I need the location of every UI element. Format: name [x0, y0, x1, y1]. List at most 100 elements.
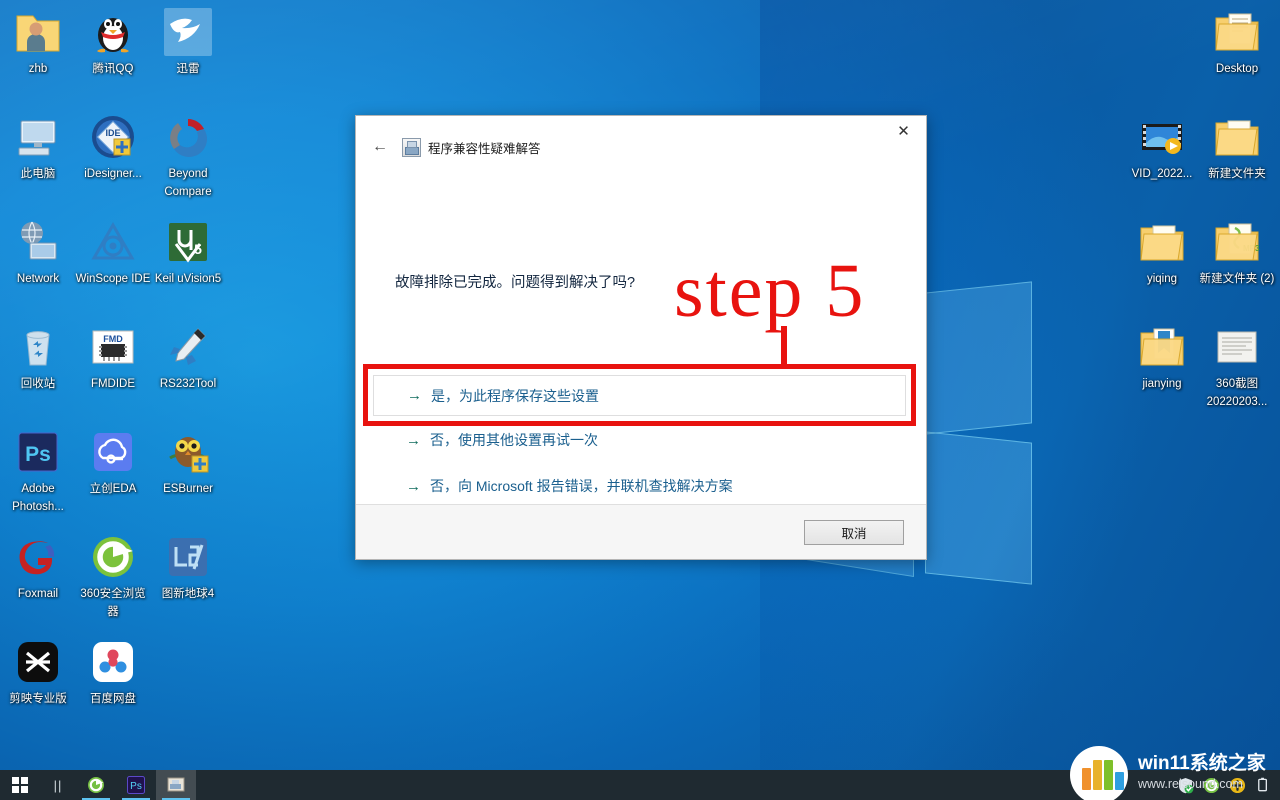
idesigner-icon: IDE — [89, 113, 137, 161]
desktop-icon[interactable]: jianying — [1124, 323, 1200, 392]
fmdide-icon: FMD — [89, 323, 137, 371]
wallpaper-pane-top — [925, 281, 1032, 435]
desktop-icon[interactable]: RS232Tool — [150, 323, 226, 392]
desktop-icon-label: 立创EDA — [89, 483, 137, 495]
desktop-icon-label: 剪映专业版 — [9, 693, 67, 705]
lsv-earth-icon — [164, 533, 212, 581]
desktop-icon[interactable]: 此电脑 — [0, 113, 76, 182]
photoshop-icon: Ps — [127, 776, 145, 794]
desktop-icon-label: zhb — [28, 63, 48, 75]
troubleshooter-taskbar-icon — [167, 777, 185, 792]
desktop-icon-label: 回收站 — [20, 378, 56, 390]
step-annotation-label: step 5 — [674, 249, 866, 333]
desktop-icon-label: Foxmail — [17, 588, 59, 600]
option-report-to-microsoft[interactable]: → 否，向 Microsoft 报告错误，并联机查找解决方案 — [406, 476, 733, 496]
desktop-icon[interactable]: 腾讯QQ — [75, 8, 151, 77]
svg-text:Ps: Ps — [130, 781, 142, 792]
desktop-icon-label: Desktop — [1215, 63, 1259, 75]
desktop-icon[interactable]: Network — [0, 218, 76, 287]
question-text: 故障排除已完成。问题得到解决了吗? — [395, 275, 636, 291]
desktop-icon[interactable]: 新建文件夹 — [1199, 113, 1275, 182]
recycle-bin-icon — [14, 323, 62, 371]
option-try-other-settings[interactable]: → 否，使用其他设置再试一次 — [406, 430, 598, 450]
desktop-icon[interactable]: Beyond Compare — [150, 113, 226, 200]
security-shield-icon[interactable] — [1177, 777, 1194, 794]
desktop-icon[interactable]: Desktop — [1199, 8, 1275, 77]
desktop-icon[interactable]: ESBurner — [150, 428, 226, 497]
thunder-bird-icon — [164, 8, 212, 56]
qq-penguin-icon — [89, 8, 137, 56]
dialog-footer: 取消 — [356, 504, 926, 559]
desktop-icon[interactable]: 立创EDA — [75, 428, 151, 497]
step-annotation-stroke — [781, 326, 787, 366]
desktop-icon-label: 360安全浏览器 — [80, 588, 146, 618]
desktop-icon-label: 新建文件夹 — [1208, 168, 1266, 180]
dialog-header: ← 程序兼容性疑难解答 — [356, 116, 926, 178]
desktop-icon[interactable]: VID_2022... — [1124, 113, 1200, 182]
desktop-icon[interactable]: yiqing — [1124, 218, 1200, 287]
desktop-icon-label: 腾讯QQ — [92, 63, 134, 75]
taskbar-app-photoshop[interactable]: Ps — [116, 770, 156, 800]
desktop-icon[interactable]: 360安全浏览器 — [75, 533, 151, 620]
rs232tool-rocket-icon — [164, 323, 212, 371]
winscope-icon — [89, 218, 137, 266]
desktop-icon-label: FMDIDE — [90, 378, 136, 390]
troubleshooter-icon — [402, 137, 421, 157]
desktop-icon[interactable]: MP3 新建文件夹 (2) — [1199, 218, 1275, 287]
desktop-icon[interactable]: 5 Keil uVision5 — [150, 218, 226, 287]
option-label: 否，向 Microsoft 报告错误，并联机查找解决方案 — [430, 478, 733, 494]
taskbar-app-360-browser[interactable] — [76, 770, 116, 800]
desktop-icon[interactable]: 图新地球4 — [150, 533, 226, 602]
folder-user-icon — [14, 8, 62, 56]
arrow-icon: → — [406, 477, 421, 495]
option-label: 是，为此程序保存这些设置 — [431, 387, 599, 404]
taskbar: || Ps — [0, 770, 1280, 800]
folder-icon — [1213, 113, 1261, 161]
arrow-icon: → — [406, 431, 421, 449]
desktop-icon-label: 此电脑 — [20, 168, 56, 180]
desktop-icon[interactable]: 迅雷 — [150, 8, 226, 77]
dialog-title: 程序兼容性疑难解答 — [428, 141, 541, 156]
desktop-icon[interactable]: Foxmail — [0, 533, 76, 602]
baidu-netdisk-icon — [89, 638, 137, 686]
svg-text:FMD: FMD — [103, 334, 123, 344]
usb-device-icon[interactable] — [1255, 777, 1272, 794]
desktop-icon-label: Adobe Photosh... — [12, 483, 64, 513]
option-label: 否，使用其他设置再试一次 — [430, 432, 598, 448]
back-arrow-icon[interactable]: ← — [370, 137, 390, 157]
desktop-icon-label: 360截图 20220203... — [1206, 378, 1268, 408]
desktop[interactable]: zhb 腾讯QQ 迅雷 此电脑 IDE iDesigner... Beyond … — [0, 0, 1280, 800]
desktop-icon-label: yiqing — [1146, 273, 1178, 285]
svg-text:IDE: IDE — [105, 128, 120, 138]
start-button[interactable] — [0, 770, 40, 800]
network-icon — [14, 218, 62, 266]
360-browser-tray-icon[interactable] — [1203, 777, 1220, 794]
desktop-icon[interactable]: 百度网盘 — [75, 638, 151, 707]
dialog-body: 故障排除已完成。问题得到解决了吗? step 5 → 是，为此程序保存这些设置 … — [356, 178, 926, 504]
cancel-button[interactable]: 取消 — [804, 519, 904, 545]
desktop-icon-label: Network — [16, 273, 60, 285]
desktop-icon[interactable]: 360截图 20220203... — [1199, 323, 1275, 410]
desktop-icon[interactable]: 剪映专业版 — [0, 638, 76, 707]
keil-uvision5-icon: 5 — [164, 218, 212, 266]
beyond-compare-icon — [164, 113, 212, 161]
update-plus-icon[interactable] — [1229, 777, 1246, 794]
desktop-icon[interactable]: IDE iDesigner... — [75, 113, 151, 182]
360-browser-icon — [88, 777, 104, 793]
desktop-icon[interactable]: WinScope IDE — [75, 218, 151, 287]
option-save-settings[interactable]: → 是，为此程序保存这些设置 — [373, 375, 906, 416]
this-pc-icon — [14, 113, 62, 161]
desktop-icon[interactable]: Ps Adobe Photosh... — [0, 428, 76, 515]
desktop-icon[interactable]: 回收站 — [0, 323, 76, 392]
desktop-icon[interactable]: zhb — [0, 8, 76, 77]
folder-open-icon — [1138, 323, 1186, 371]
task-view-icon[interactable]: || — [40, 770, 76, 800]
system-tray — [1177, 770, 1280, 800]
desktop-icon-label: ESBurner — [163, 483, 213, 495]
desktop-icon-label: RS232Tool — [159, 378, 217, 390]
desktop-icon[interactable]: FMD FMDIDE — [75, 323, 151, 392]
desktop-icon-label: 百度网盘 — [90, 693, 136, 705]
taskbar-app-troubleshooter[interactable] — [156, 770, 196, 800]
arrow-icon: → — [407, 387, 422, 404]
video-file-icon — [1138, 113, 1186, 161]
